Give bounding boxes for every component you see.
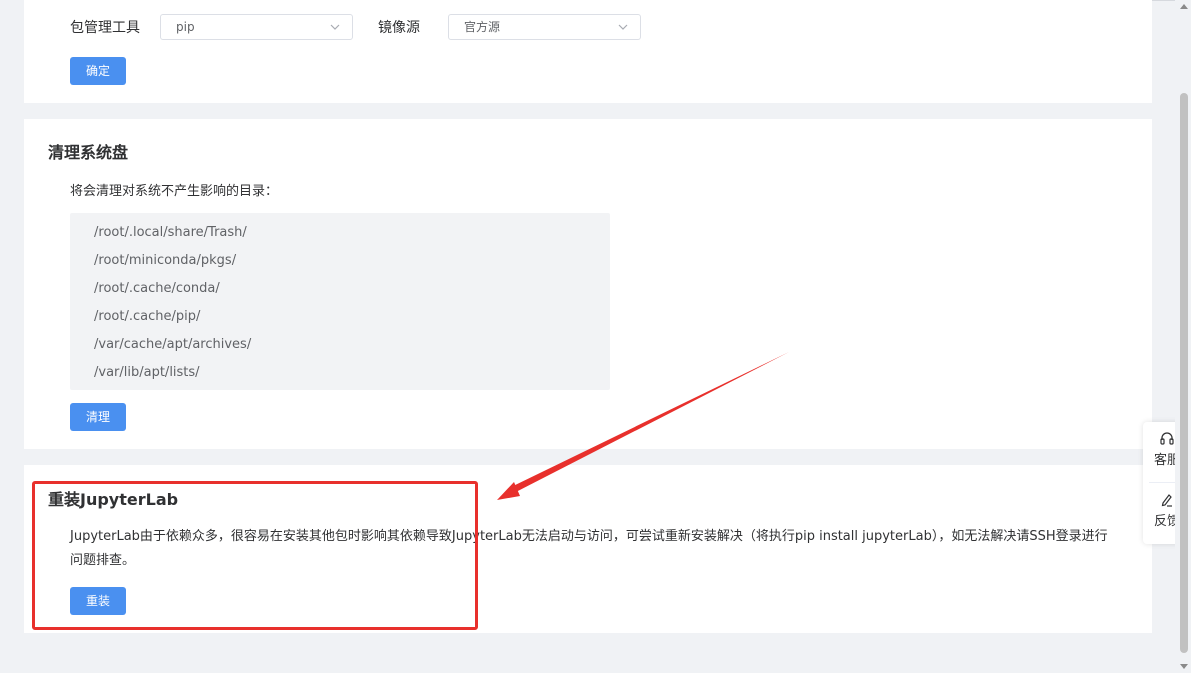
path-list: /root/.local/share/Trash/ /root/minicond… xyxy=(70,213,610,390)
path-item: /var/lib/apt/lists/ xyxy=(94,365,200,380)
reinstall-card: 重装JupyterLab JupyterLab由于依赖众多，很容易在安装其他包时… xyxy=(24,465,1152,633)
chevron-down-icon xyxy=(618,24,628,30)
reinstall-description: JupyterLab由于依赖众多，很容易在安装其他包时影响其依赖导致Jupyte… xyxy=(70,529,1108,568)
package-tool-label: 包管理工具 xyxy=(70,20,140,36)
path-item: /root/.cache/conda/ xyxy=(94,281,220,296)
headset-icon xyxy=(1160,432,1174,445)
clean-disk-card: 清理系统盘 将会清理对系统不产生影响的目录： /root/.local/shar… xyxy=(24,119,1152,449)
reinstall-button[interactable]: 重装 xyxy=(70,587,126,615)
mirror-label: 镜像源 xyxy=(378,20,420,36)
scrollbar-thumb[interactable] xyxy=(1180,93,1188,653)
chevron-down-icon xyxy=(330,24,340,30)
edit-icon xyxy=(1161,494,1172,507)
clean-disk-description: 将会清理对系统不产生影响的目录： xyxy=(70,184,279,199)
mirror-select[interactable]: 官方源 xyxy=(448,14,641,40)
package-tool-select[interactable]: pip xyxy=(160,14,353,40)
page: 包管理工具 pip 镜像源 官方源 确定 清理系统盘 将会清理对系统不产生影响的… xyxy=(0,0,1191,673)
scroll-up-icon[interactable] xyxy=(1179,3,1189,11)
path-item: /var/cache/apt/archives/ xyxy=(94,337,252,352)
clean-button[interactable]: 清理 xyxy=(70,403,126,431)
path-item: /root/.cache/pip/ xyxy=(94,309,201,324)
package-settings-card: 包管理工具 pip 镜像源 官方源 确定 xyxy=(24,0,1152,103)
reinstall-title: 重装JupyterLab xyxy=(48,490,179,509)
clean-disk-title: 清理系统盘 xyxy=(48,143,129,162)
mirror-value: 官方源 xyxy=(464,20,501,34)
path-item: /root/.local/share/Trash/ xyxy=(94,225,247,240)
confirm-button[interactable]: 确定 xyxy=(70,57,126,85)
package-tool-value: pip xyxy=(176,20,195,34)
path-item: /root/miniconda/pkgs/ xyxy=(94,253,237,268)
scroll-down-icon[interactable] xyxy=(1179,662,1189,670)
